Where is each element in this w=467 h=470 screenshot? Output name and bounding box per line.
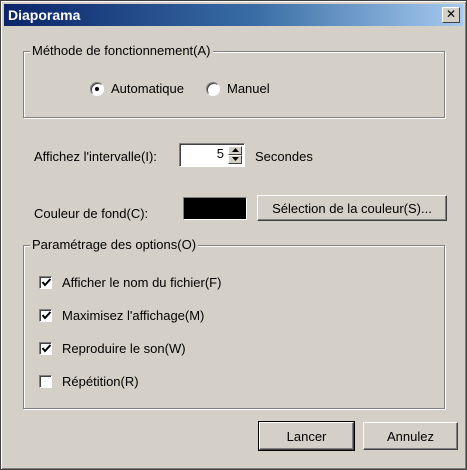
- close-button[interactable]: ✕: [442, 7, 460, 23]
- cancel-button[interactable]: Annulez: [363, 422, 458, 450]
- options-groupbox: Paramétrage des options(O) Afficher le n…: [23, 237, 445, 409]
- spin-up-button[interactable]: [228, 146, 242, 155]
- checkbox-maximize-display[interactable]: [39, 309, 52, 322]
- title-bar[interactable]: Diaporama ✕: [4, 4, 463, 26]
- radio-automatic-label[interactable]: Automatique: [111, 81, 184, 96]
- slideshow-dialog: Diaporama ✕ Méthode de fonctionnement(A)…: [0, 0, 467, 470]
- checkbox-repeat[interactable]: [39, 375, 52, 388]
- select-color-label: Sélection de la couleur(S)...: [272, 201, 432, 216]
- launch-label: Lancer: [286, 429, 327, 444]
- mode-groupbox: Méthode de fonctionnement(A) Automatique…: [23, 43, 445, 118]
- options-group-legend: Paramétrage des options(O): [30, 237, 199, 252]
- arrow-down-icon: [232, 157, 239, 161]
- checkmark-icon: [41, 344, 52, 353]
- interval-unit: Secondes: [255, 149, 313, 164]
- radio-automatic-button[interactable]: [90, 82, 104, 96]
- checkbox-show-filename[interactable]: [39, 276, 52, 289]
- checkmark-icon: [41, 278, 52, 287]
- spin-down-button[interactable]: [228, 155, 242, 164]
- option-repeat-label[interactable]: Répétition(R): [62, 374, 139, 389]
- interval-spinbox[interactable]: 5: [179, 143, 245, 167]
- checkmark-icon: [41, 311, 52, 320]
- launch-button[interactable]: Lancer: [258, 421, 355, 451]
- arrow-up-icon: [232, 148, 239, 152]
- option-show-filename-label[interactable]: Afficher le nom du fichier(F): [62, 275, 221, 290]
- interval-value[interactable]: 5: [217, 146, 224, 161]
- cancel-label: Annulez: [387, 429, 434, 444]
- option-play-sound-label[interactable]: Reproduire le son(W): [62, 341, 186, 356]
- window-title: Diaporama: [8, 7, 81, 23]
- radio-manual-label[interactable]: Manuel: [227, 81, 270, 96]
- interval-label: Affichez l'intervalle(I):: [34, 149, 157, 164]
- select-color-button[interactable]: Sélection de la couleur(S)...: [257, 195, 447, 221]
- option-maximize-display-label[interactable]: Maximisez l'affichage(M): [62, 308, 204, 323]
- radio-selected-dot: [95, 87, 99, 91]
- radio-manual-button[interactable]: [206, 82, 220, 96]
- background-color-swatch: [183, 197, 247, 220]
- checkbox-play-sound[interactable]: [39, 342, 52, 355]
- mode-group-legend: Méthode de fonctionnement(A): [30, 43, 213, 58]
- background-color-label: Couleur de fond(C):: [34, 206, 149, 221]
- close-icon: ✕: [445, 7, 457, 21]
